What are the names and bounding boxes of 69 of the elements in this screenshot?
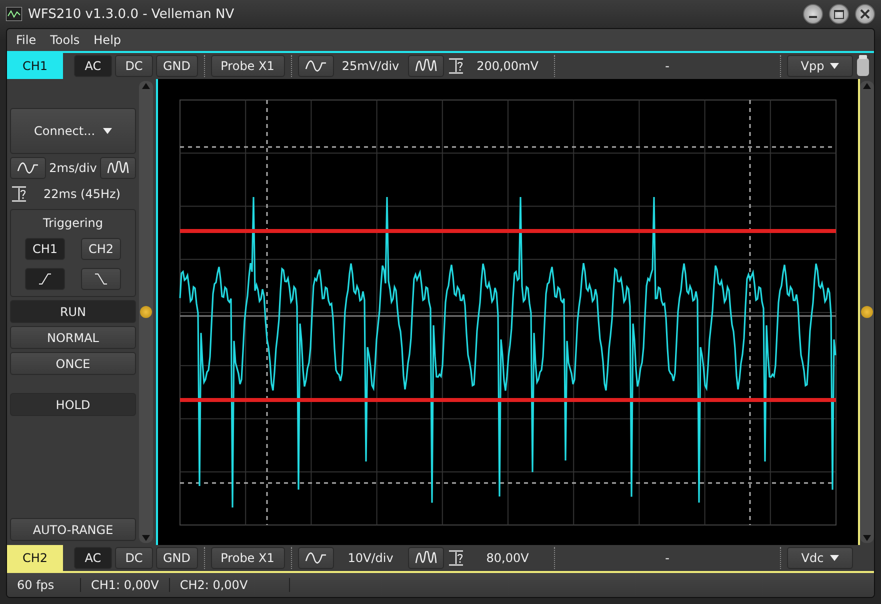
falling-edge-icon	[94, 273, 108, 285]
compressed-wave-icon	[414, 59, 437, 73]
status-text: 60 fps	[7, 578, 81, 592]
trigger-channel-button[interactable]: CH2	[81, 238, 121, 260]
caret-icon	[103, 128, 112, 134]
maximize-button[interactable]	[829, 4, 849, 24]
volts-down-button[interactable]	[298, 547, 334, 569]
connect-dropdown[interactable]: Connect...	[10, 108, 136, 154]
battery-icon	[856, 55, 870, 77]
scrollbar[interactable]	[860, 81, 874, 543]
coupling-button[interactable]: DC	[115, 55, 153, 77]
caret-icon	[830, 555, 839, 561]
channel-label[interactable]: CH2	[7, 545, 63, 571]
minimize-button[interactable]	[803, 4, 823, 24]
measure-icon	[446, 57, 465, 75]
scrollbar[interactable]	[139, 81, 153, 543]
menu-item[interactable]: Help	[88, 32, 126, 48]
menu-item[interactable]: Tools	[45, 32, 85, 48]
hold-button[interactable]: HOLD	[10, 393, 136, 416]
timebase-value: 2ms/div	[49, 161, 97, 175]
close-icon	[860, 9, 870, 19]
channel-label[interactable]: CH1	[7, 53, 63, 79]
trigger-channel-button[interactable]: CH1	[25, 238, 65, 260]
measurement-value: -	[664, 59, 670, 73]
scroll-thumb[interactable]	[861, 306, 873, 318]
sine-wave-icon	[17, 161, 39, 175]
volts-down-button[interactable]	[298, 55, 334, 77]
probe-button[interactable]: Probe X1	[210, 55, 285, 77]
measurement-value: -	[664, 551, 670, 565]
caret-icon	[830, 63, 840, 69]
measure-icon	[10, 185, 28, 203]
volts-up-button[interactable]	[408, 547, 444, 569]
compressed-wave-icon	[414, 551, 437, 565]
coupling-button[interactable]: GND	[156, 55, 198, 77]
trigger-slope-button[interactable]	[25, 268, 65, 290]
volts-up-button[interactable]	[408, 55, 444, 77]
coupling-button[interactable]: GND	[156, 547, 198, 569]
sine-wave-icon	[304, 59, 327, 73]
volts-per-div: 25mV/div	[340, 59, 400, 73]
measure-dropdown[interactable]: Vdc	[787, 547, 854, 569]
panel-title: Triggering	[43, 216, 103, 230]
measurement-reading: 80,00V	[485, 551, 530, 565]
compressed-wave-icon	[106, 161, 129, 175]
timebase-down-button[interactable]	[10, 157, 46, 179]
scroll-thumb[interactable]	[140, 306, 152, 318]
mode-button[interactable]: NORMAL	[10, 326, 136, 349]
close-button[interactable]	[855, 4, 875, 24]
maximize-icon	[834, 10, 844, 18]
app-icon	[6, 7, 22, 21]
measurement-reading: 200,00mV	[476, 59, 540, 73]
coupling-button[interactable]: AC	[74, 547, 112, 569]
measure-icon	[446, 549, 465, 567]
sine-wave-icon	[304, 551, 327, 565]
mode-button[interactable]: RUN	[10, 300, 136, 323]
menu-item[interactable]: File	[11, 32, 42, 48]
timebase-up-button[interactable]	[100, 157, 136, 179]
coupling-button[interactable]: DC	[115, 547, 153, 569]
volts-per-div: 10V/div	[346, 551, 394, 565]
measure-dropdown[interactable]: Vpp	[787, 55, 854, 77]
auto-range-button[interactable]: AUTO-RANGE	[10, 518, 136, 541]
coupling-button[interactable]: AC	[74, 55, 112, 77]
mode-button[interactable]: ONCE	[10, 352, 136, 375]
window-title: WFS210 v1.3.0.0 - Velleman NV	[28, 6, 234, 22]
trigger-slope-button[interactable]	[81, 268, 121, 290]
status-text: CH1: 0,00V	[81, 578, 170, 592]
probe-button[interactable]: Probe X1	[210, 547, 285, 569]
rising-edge-icon	[38, 273, 52, 285]
status-text: CH2: 0,00V	[170, 578, 290, 592]
period-reading: 22ms (45Hz)	[44, 187, 120, 201]
